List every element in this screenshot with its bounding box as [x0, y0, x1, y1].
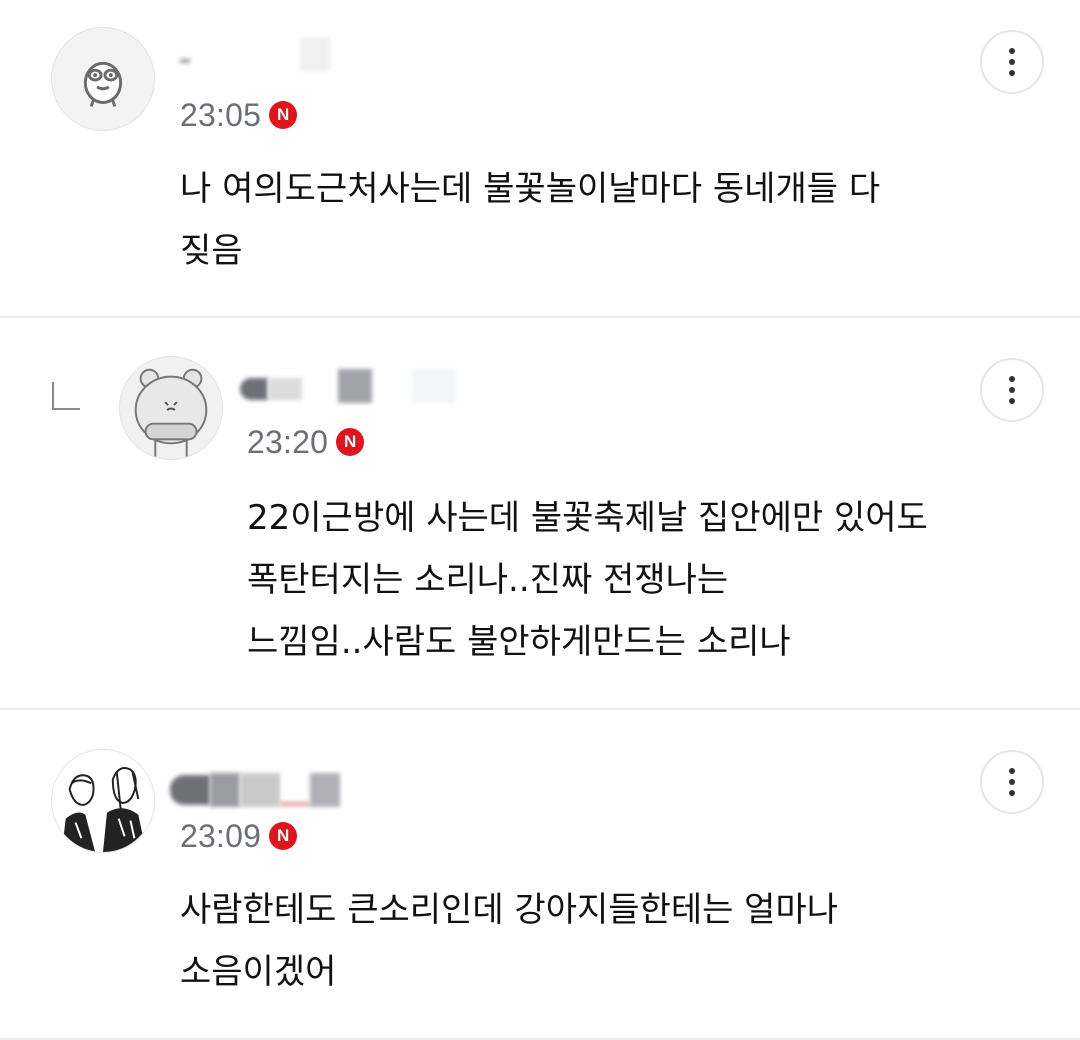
comment-time: 23:05 [180, 96, 262, 133]
comment-time: 23:20 [247, 423, 329, 460]
more-options-button[interactable] [980, 358, 1044, 422]
avatar[interactable] [51, 27, 155, 131]
more-vertical-icon [1009, 768, 1015, 774]
comment-text: 22이근방에 사는데 불꽃축제날 집안에만 있어도 폭탄터지는 소리나..진짜 … [247, 498, 928, 662]
more-vertical-icon [1009, 376, 1015, 382]
username-redacted [170, 772, 340, 808]
avatar-character-icon [52, 28, 154, 130]
comment-time: 23:09 [180, 817, 262, 854]
comment-item: 23:09 N 사람한테도 큰소리인데 강아지들한테는 얼마나 소음이겠어 [0, 710, 1080, 1040]
reply-arrow-icon [52, 382, 80, 410]
comment-item: 23:05 N 나 여의도근처사는데 불꽃놀이날마다 동네개들 다 짖음 [0, 0, 1080, 318]
new-badge-icon: N [336, 428, 365, 456]
new-badge-icon: N [269, 822, 298, 850]
comment-text: 사람한테도 큰소리인데 강아지들한테는 얼마나 소음이겠어 [180, 890, 839, 992]
username-redacted [180, 36, 330, 72]
more-vertical-icon [1009, 48, 1015, 54]
comment-meta: 23:05 N [180, 95, 298, 135]
comment-text: 나 여의도근처사는데 불꽃놀이날마다 동네개들 다 짖음 [180, 169, 881, 271]
more-options-button[interactable] [980, 30, 1044, 94]
username-redacted [240, 368, 456, 404]
avatar[interactable] [51, 749, 155, 853]
comment-meta: 23:09 N [180, 816, 298, 856]
avatar-illustration-icon [52, 750, 154, 852]
reply-comment-item: 23:20 N 22이근방에 사는데 불꽃축제날 집안에만 있어도 폭탄터지는 … [0, 318, 1080, 710]
more-options-button[interactable] [980, 750, 1044, 814]
avatar-character-icon [120, 357, 222, 459]
comment-meta: 23:20 N [247, 422, 365, 462]
new-badge-icon: N [269, 101, 298, 129]
avatar[interactable] [119, 356, 223, 460]
